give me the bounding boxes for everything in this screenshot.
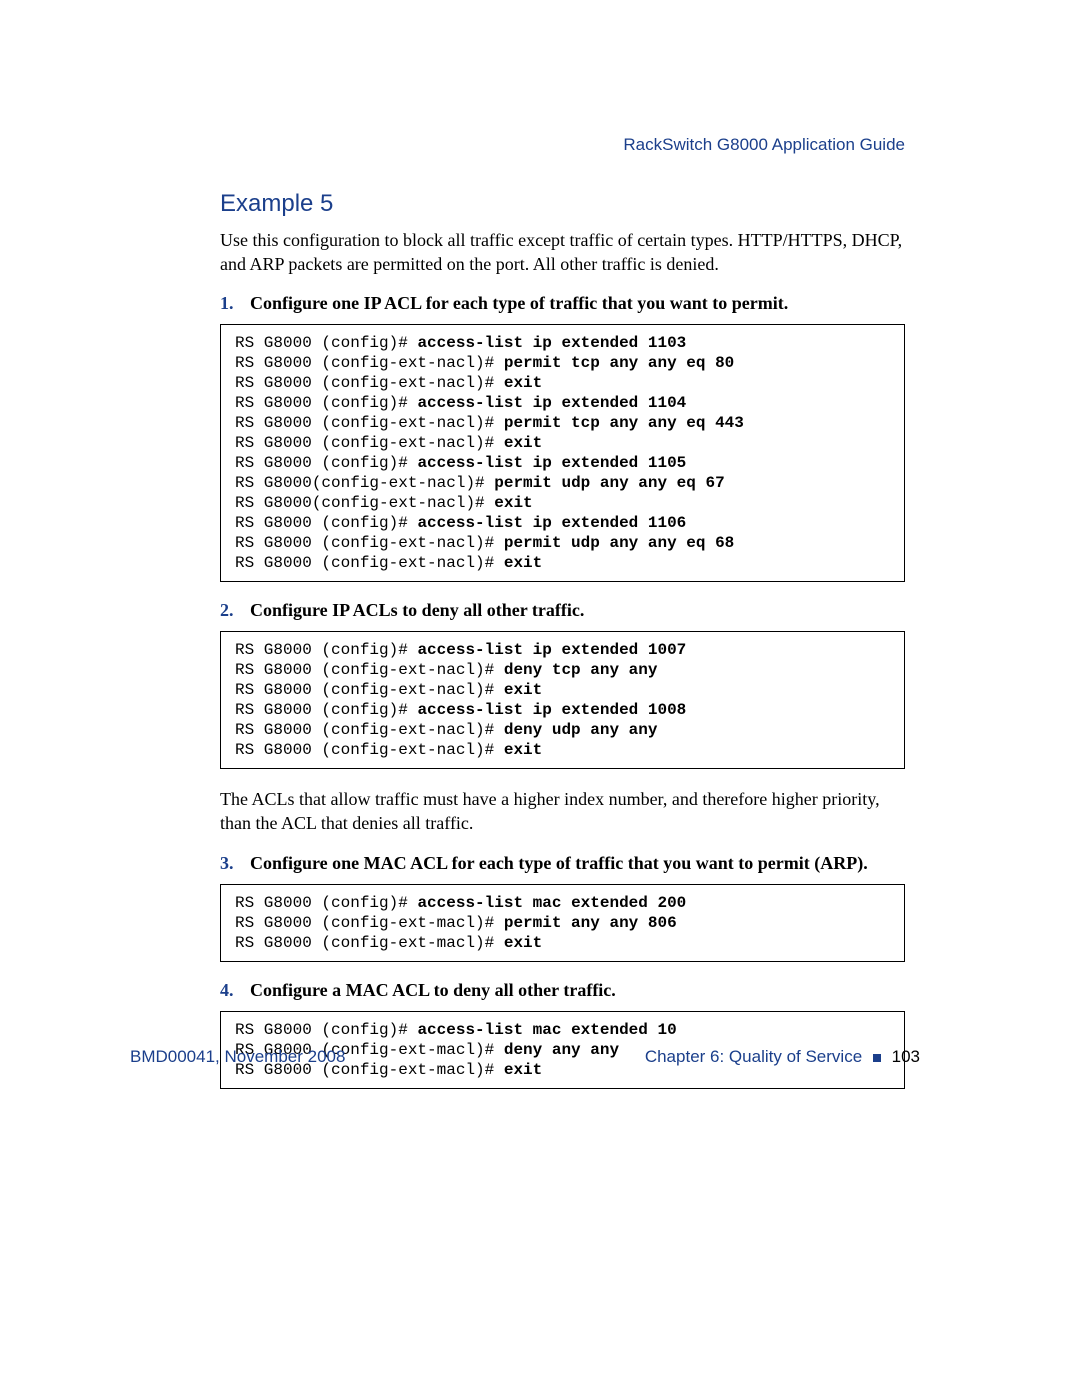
code-command: access-list ip extended 1105 — [417, 454, 686, 472]
code-line: RS G8000 (config-ext-macl)# exit — [235, 933, 890, 953]
code-prompt: RS G8000 (config)# — [235, 641, 417, 659]
code-command: access-list mac extended 10 — [417, 1021, 676, 1039]
step-item: 4.Configure a MAC ACL to deny all other … — [190, 980, 905, 1089]
code-prompt: RS G8000(config-ext-nacl)# — [235, 494, 494, 512]
code-command: access-list ip extended 1007 — [417, 641, 686, 659]
code-prompt: RS G8000 (config-ext-macl)# — [235, 914, 504, 932]
code-command: access-list ip extended 1103 — [417, 334, 686, 352]
code-prompt: RS G8000 (config-ext-macl)# — [235, 934, 504, 952]
code-command: access-list mac extended 200 — [417, 894, 686, 912]
code-block: RS G8000 (config)# access-list ip extend… — [220, 324, 905, 582]
code-command: permit udp any any eq 67 — [494, 474, 724, 492]
code-command: exit — [504, 554, 542, 572]
step-title: Configure a MAC ACL to deny all other tr… — [250, 980, 616, 1001]
code-command: deny tcp any any — [504, 661, 658, 679]
code-command: exit — [504, 681, 542, 699]
code-line: RS G8000(config-ext-nacl)# permit udp an… — [235, 473, 890, 493]
code-command: permit udp any any eq 68 — [504, 534, 734, 552]
content-area: Example 5 Use this configuration to bloc… — [220, 190, 905, 1089]
code-prompt: RS G8000 (config)# — [235, 1021, 417, 1039]
code-prompt: RS G8000 (config-ext-nacl)# — [235, 534, 504, 552]
step-title: Configure IP ACLs to deny all other traf… — [250, 600, 584, 621]
code-prompt: RS G8000 (config-ext-nacl)# — [235, 434, 504, 452]
code-line: RS G8000 (config)# access-list ip extend… — [235, 453, 890, 473]
code-block: RS G8000 (config)# access-list ip extend… — [220, 631, 905, 769]
step-title: Configure one MAC ACL for each type of t… — [250, 853, 868, 874]
code-prompt: RS G8000 (config-ext-nacl)# — [235, 721, 504, 739]
running-header: RackSwitch G8000 Application Guide — [623, 135, 905, 155]
code-line: RS G8000 (config-ext-nacl)# exit — [235, 680, 890, 700]
step-item: 3.Configure one MAC ACL for each type of… — [190, 853, 905, 962]
code-prompt: RS G8000(config-ext-nacl)# — [235, 474, 494, 492]
code-prompt: RS G8000 (config)# — [235, 334, 417, 352]
code-line: RS G8000 (config-ext-nacl)# exit — [235, 373, 890, 393]
square-bullet-icon — [873, 1054, 881, 1062]
page-number: 103 — [892, 1047, 920, 1066]
code-prompt: RS G8000 (config-ext-nacl)# — [235, 741, 504, 759]
code-command: exit — [494, 494, 532, 512]
step-note: The ACLs that allow traffic must have a … — [220, 787, 905, 836]
step-item: 1.Configure one IP ACL for each type of … — [190, 293, 905, 582]
code-prompt: RS G8000 (config-ext-nacl)# — [235, 354, 504, 372]
code-prompt: RS G8000 (config-ext-nacl)# — [235, 374, 504, 392]
code-line: RS G8000 (config-ext-nacl)# exit — [235, 553, 890, 573]
code-command: exit — [504, 374, 542, 392]
footer-left: BMD00041, November 2008 — [130, 1047, 345, 1067]
page: RackSwitch G8000 Application Guide Examp… — [0, 0, 1080, 1207]
code-prompt: RS G8000 (config)# — [235, 894, 417, 912]
footer-right: Chapter 6: Quality of Service 103 — [645, 1047, 920, 1067]
step-number: 4. — [220, 980, 250, 1001]
code-line: RS G8000 (config-ext-nacl)# deny tcp any… — [235, 660, 890, 680]
step-header: 3.Configure one MAC ACL for each type of… — [220, 853, 905, 874]
code-line: RS G8000(config-ext-nacl)# exit — [235, 493, 890, 513]
code-line: RS G8000 (config-ext-nacl)# permit tcp a… — [235, 353, 890, 373]
step-item: 2.Configure IP ACLs to deny all other tr… — [190, 600, 905, 836]
code-prompt: RS G8000 (config-ext-nacl)# — [235, 414, 504, 432]
code-line: RS G8000 (config)# access-list ip extend… — [235, 333, 890, 353]
code-line: RS G8000 (config-ext-nacl)# permit tcp a… — [235, 413, 890, 433]
code-command: exit — [504, 934, 542, 952]
step-title: Configure one IP ACL for each type of tr… — [250, 293, 788, 314]
code-line: RS G8000 (config)# access-list ip extend… — [235, 640, 890, 660]
section-intro: Use this configuration to block all traf… — [220, 228, 905, 277]
section-heading: Example 5 — [220, 190, 905, 218]
code-line: RS G8000 (config)# access-list ip extend… — [235, 513, 890, 533]
code-block: RS G8000 (config)# access-list mac exten… — [220, 884, 905, 962]
step-number: 1. — [220, 293, 250, 314]
code-command: access-list ip extended 1106 — [417, 514, 686, 532]
code-command: permit tcp any any eq 80 — [504, 354, 734, 372]
step-number: 3. — [220, 853, 250, 874]
code-command: access-list ip extended 1104 — [417, 394, 686, 412]
step-header: 4.Configure a MAC ACL to deny all other … — [220, 980, 905, 1001]
code-command: exit — [504, 741, 542, 759]
footer-chapter: Chapter 6: Quality of Service — [645, 1047, 862, 1066]
code-line: RS G8000 (config-ext-nacl)# deny udp any… — [235, 720, 890, 740]
code-prompt: RS G8000 (config)# — [235, 454, 417, 472]
steps-list: 1.Configure one IP ACL for each type of … — [190, 293, 905, 1090]
page-footer: BMD00041, November 2008 Chapter 6: Quali… — [130, 1047, 920, 1067]
code-command: access-list ip extended 1008 — [417, 701, 686, 719]
code-prompt: RS G8000 (config)# — [235, 701, 417, 719]
code-line: RS G8000 (config-ext-nacl)# exit — [235, 433, 890, 453]
code-line: RS G8000 (config)# access-list mac exten… — [235, 1020, 890, 1040]
code-prompt: RS G8000 (config)# — [235, 514, 417, 532]
step-number: 2. — [220, 600, 250, 621]
code-prompt: RS G8000 (config-ext-nacl)# — [235, 554, 504, 572]
step-header: 2.Configure IP ACLs to deny all other tr… — [220, 600, 905, 621]
code-line: RS G8000 (config)# access-list ip extend… — [235, 700, 890, 720]
code-command: exit — [504, 434, 542, 452]
code-line: RS G8000 (config)# access-list ip extend… — [235, 393, 890, 413]
code-prompt: RS G8000 (config-ext-nacl)# — [235, 681, 504, 699]
code-line: RS G8000 (config-ext-macl)# permit any a… — [235, 913, 890, 933]
step-header: 1.Configure one IP ACL for each type of … — [220, 293, 905, 314]
code-prompt: RS G8000 (config)# — [235, 394, 417, 412]
code-command: permit tcp any any eq 443 — [504, 414, 744, 432]
code-line: RS G8000 (config-ext-nacl)# exit — [235, 740, 890, 760]
code-line: RS G8000 (config)# access-list mac exten… — [235, 893, 890, 913]
code-command: deny udp any any — [504, 721, 658, 739]
code-line: RS G8000 (config-ext-nacl)# permit udp a… — [235, 533, 890, 553]
code-prompt: RS G8000 (config-ext-nacl)# — [235, 661, 504, 679]
code-command: permit any any 806 — [504, 914, 677, 932]
